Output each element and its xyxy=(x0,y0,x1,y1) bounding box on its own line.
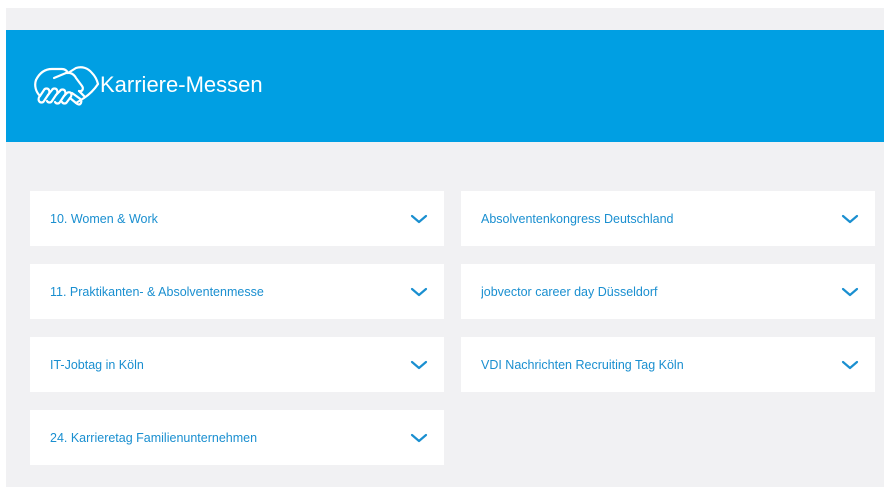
chevron-down-icon xyxy=(410,214,428,223)
accordion-item-label: VDI Nachrichten Recruiting Tag Köln xyxy=(481,357,684,372)
chevron-down-icon xyxy=(410,287,428,296)
accordion-item-women-and-work[interactable]: 10. Women & Work xyxy=(30,191,444,246)
accordion-item-label: jobvector career day Düsseldorf xyxy=(481,284,658,299)
accordion-item-label: Absolventenkongress Deutschland xyxy=(481,211,674,226)
accordion-item-vdi-recruiting-tag[interactable]: VDI Nachrichten Recruiting Tag Köln xyxy=(461,337,875,392)
chevron-down-icon xyxy=(841,360,859,369)
handshake-icon xyxy=(34,66,100,106)
chevron-down-icon xyxy=(410,360,428,369)
accordion-item-label: 24. Karrieretag Familienunternehmen xyxy=(50,430,258,445)
chevron-down-icon xyxy=(841,287,859,296)
accordion-item-label: IT-Jobtag in Köln xyxy=(50,357,144,372)
page: Karriere-Messen 10. Women & Work 11. Pra… xyxy=(6,8,884,487)
accordion-item-label: 11. Praktikanten- & Absolventenmesse xyxy=(50,284,264,299)
chevron-down-icon xyxy=(841,214,859,223)
accordion-item-label: 10. Women & Work xyxy=(50,211,158,226)
accordion-item-praktikanten-absolventenmesse[interactable]: 11. Praktikanten- & Absolventenmesse xyxy=(30,264,444,319)
accordion-item-jobvector-career-day[interactable]: jobvector career day Düsseldorf xyxy=(461,264,875,319)
chevron-down-icon xyxy=(410,433,428,442)
page-header: Karriere-Messen xyxy=(6,30,884,142)
accordion-item-karrieretag-familienunternehmen[interactable]: 24. Karrieretag Familienunternehmen xyxy=(30,410,444,465)
accordion-item-it-jobtag-koeln[interactable]: IT-Jobtag in Köln xyxy=(30,337,444,392)
accordion-item-absolventenkongress[interactable]: Absolventenkongress Deutschland xyxy=(461,191,875,246)
page-title: Karriere-Messen xyxy=(100,72,263,97)
